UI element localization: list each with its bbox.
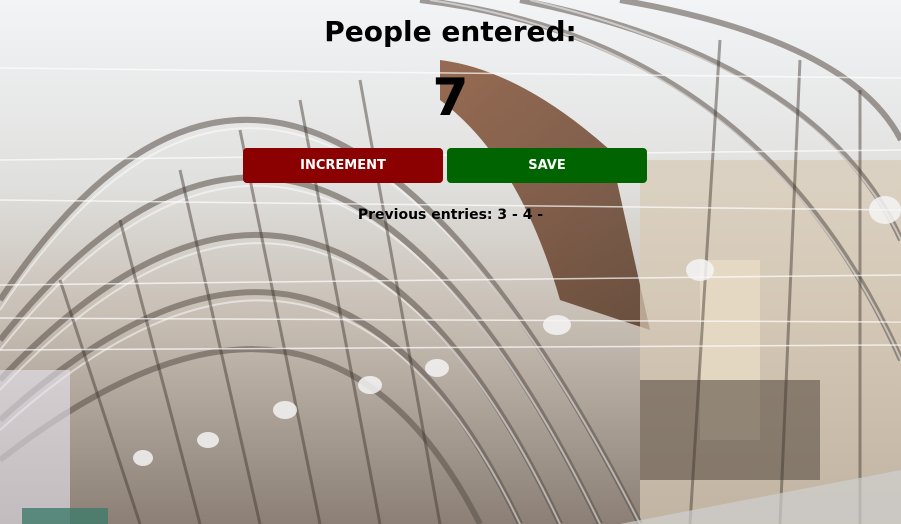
- page-title: People entered:: [324, 15, 577, 48]
- save-button[interactable]: SAVE: [447, 148, 647, 183]
- count-display: 7: [432, 68, 469, 128]
- counter-panel: People entered: 7 INCREMENT SAVE Previou…: [0, 0, 901, 524]
- previous-entries-text: Previous entries: 3 - 4 -: [357, 207, 544, 223]
- increment-button[interactable]: INCREMENT: [243, 148, 443, 183]
